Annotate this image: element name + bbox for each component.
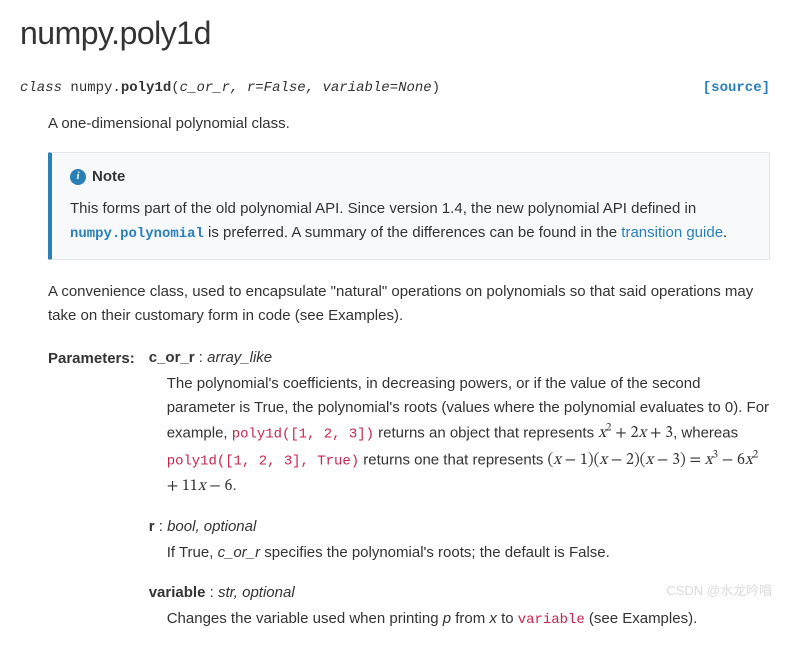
content-body: A one-dimensional polynomial class. i No… — [20, 112, 770, 648]
param-description: If True, c_or_r specifies the polynomial… — [149, 541, 770, 565]
info-icon: i — [70, 169, 86, 185]
note-text: is preferred. A summary of the differenc… — [204, 224, 621, 241]
param-text: , whereas — [673, 424, 738, 441]
math-expression: x2 + 2x + 3 — [598, 425, 673, 441]
param-type: str, optional — [218, 584, 295, 601]
param-description: The polynomial's coefficients, in decrea… — [149, 372, 770, 499]
code-literal: poly1d([1, 2, 3]) — [232, 426, 374, 442]
param-description: Changes the variable used when printing … — [149, 607, 770, 631]
class-signature: class numpy.poly1d(c_or_r, r=False, vari… — [20, 77, 440, 99]
parameters-label: Parameters: — [48, 346, 135, 648]
code-literal: variable — [518, 612, 585, 628]
note-header: i Note — [70, 165, 751, 189]
param-name: r — [149, 518, 155, 535]
module-prefix: numpy. — [70, 80, 120, 96]
code-literal: poly1d([1, 2, 3], True) — [167, 453, 359, 469]
param-colon: : — [199, 349, 207, 366]
source-link[interactable]: [source] — [703, 77, 770, 99]
param-text: from — [451, 610, 489, 627]
param-colon: : — [210, 584, 218, 601]
link-transition-guide[interactable]: transition guide — [621, 224, 723, 241]
note-title-text: Note — [92, 165, 125, 189]
parameters-block: Parameters: c_or_r : array_like The poly… — [48, 346, 770, 648]
param-text: returns one that represents — [359, 451, 547, 468]
param-emphasis: x — [489, 610, 497, 627]
param-name: c_or_r — [149, 349, 195, 366]
param-c_or_r: c_or_r : array_like The polynomial's coe… — [149, 346, 770, 499]
parameters-list: c_or_r : array_like The polynomial's coe… — [149, 346, 770, 648]
class-name: poly1d — [121, 80, 171, 96]
class-summary: A one-dimensional polynomial class. — [48, 112, 770, 136]
param-text: If True, — [167, 544, 218, 561]
param-type: bool, optional — [167, 518, 256, 535]
param-emphasis: c_or_r — [218, 544, 261, 561]
note-text: . — [723, 224, 727, 241]
signature-row: class numpy.poly1d(c_or_r, r=False, vari… — [20, 77, 770, 99]
param-text: returns an object that represents — [374, 424, 598, 441]
param-type: array_like — [207, 349, 272, 366]
param-emphasis: p — [443, 610, 451, 627]
param-colon: : — [159, 518, 167, 535]
link-numpy-polynomial[interactable]: numpy.polynomial — [70, 226, 204, 242]
class-description: A convenience class, used to encapsulate… — [48, 280, 770, 328]
param-name: variable — [149, 584, 206, 601]
class-params: c_or_r, r=False, variable=None — [180, 80, 432, 96]
param-text: (see Examples). — [585, 610, 698, 627]
note-admonition: i Note This forms part of the old polyno… — [48, 152, 770, 260]
param-r: r : bool, optional If True, c_or_r speci… — [149, 515, 770, 565]
param-text: Changes the variable used when printing — [167, 610, 443, 627]
note-text: This forms part of the old polynomial AP… — [70, 200, 696, 217]
keyword-class: class — [20, 80, 62, 96]
page-title: numpy.poly1d — [20, 8, 770, 59]
param-text: . — [232, 477, 236, 494]
param-text: to — [497, 610, 518, 627]
param-variable: variable : str, optional Changes the var… — [149, 581, 770, 631]
param-text: specifies the polynomial's roots; the de… — [260, 544, 610, 561]
note-body: This forms part of the old polynomial AP… — [70, 197, 751, 245]
